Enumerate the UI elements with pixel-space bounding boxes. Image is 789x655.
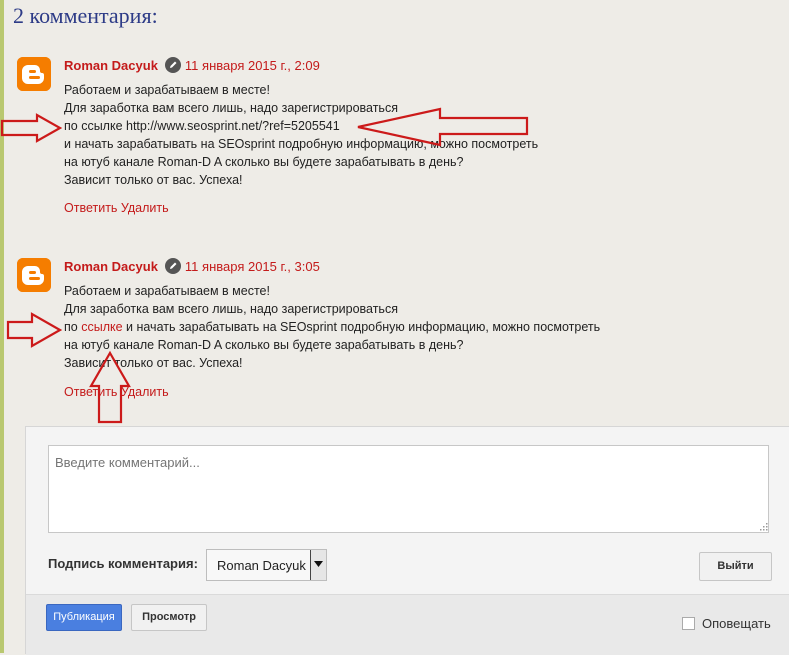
annotation-overlay: [0, 107, 529, 424]
arrow-annotation: [357, 107, 529, 147]
arrow-annotation: [89, 350, 131, 424]
arrow-annotation: [0, 113, 63, 143]
arrow-annotation: [6, 312, 63, 348]
